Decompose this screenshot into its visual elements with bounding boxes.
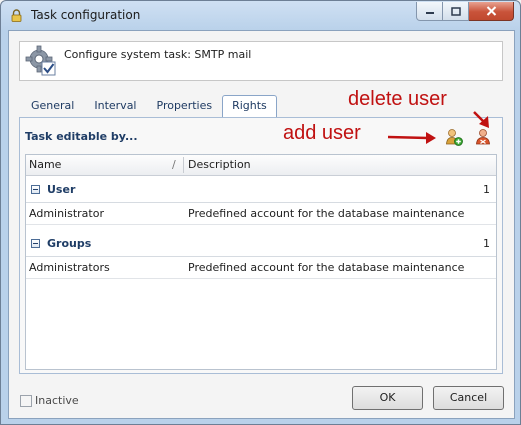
grid-header: Name ∕ Description (26, 155, 496, 176)
tab-general[interactable]: General (21, 95, 84, 117)
rights-grid: Name ∕ Description User 1 Administrator … (25, 154, 497, 370)
maximize-button[interactable] (443, 2, 469, 21)
inactive-checkbox[interactable] (20, 395, 32, 407)
delete-user-annotation: delete user (348, 88, 447, 110)
window-title: Task configuration (31, 8, 141, 22)
cancel-button[interactable]: Cancel (433, 386, 504, 410)
tab-interval[interactable]: Interval (84, 95, 146, 117)
table-row[interactable]: Administrators Predefined account for th… (26, 257, 496, 279)
tab-rights[interactable]: Rights (222, 95, 277, 118)
maximize-icon (450, 6, 461, 16)
cell-description: Predefined account for the database main… (188, 207, 465, 220)
group-count: 1 (483, 237, 490, 250)
group-count: 1 (483, 183, 490, 196)
rights-panel: Task editable by... Name ∕ Description U… (19, 117, 503, 374)
add-user-annotation: add user (283, 122, 361, 144)
task-header: Configure system task: SMTP mail (19, 41, 503, 81)
dialog-footer: Inactive OK Cancel (9, 378, 514, 418)
column-header-description[interactable]: Description (188, 158, 251, 171)
section-title: Task editable by... (25, 130, 138, 143)
add-user-icon[interactable] (445, 128, 463, 146)
group-row-user[interactable]: User 1 (26, 176, 496, 203)
table-row[interactable]: Administrator Predefined account for the… (26, 203, 496, 225)
collapse-icon[interactable] (31, 239, 40, 248)
inactive-label[interactable]: Inactive (35, 394, 79, 407)
ok-button[interactable]: OK (352, 386, 423, 410)
column-header-name[interactable]: Name (29, 158, 61, 171)
gear-check-icon (25, 45, 56, 76)
close-button[interactable] (469, 2, 514, 21)
group-label: Groups (47, 237, 92, 250)
minimize-button[interactable] (416, 2, 443, 21)
task-configuration-window: Task configuration Configure system task… (0, 0, 521, 425)
delete-user-icon[interactable] (474, 128, 492, 146)
group-label: User (47, 183, 76, 196)
column-divider[interactable] (183, 157, 184, 173)
group-row-groups[interactable]: Groups 1 (26, 230, 496, 257)
minimize-icon (425, 12, 434, 14)
tab-strip: General Interval Properties Rights (21, 95, 277, 118)
collapse-icon[interactable] (31, 185, 40, 194)
cell-name: Administrator (29, 207, 104, 220)
sort-indicator-icon: ∕ (172, 158, 176, 171)
tab-properties[interactable]: Properties (147, 95, 223, 117)
close-icon (486, 6, 496, 16)
lock-icon (11, 9, 22, 22)
window-controls (416, 2, 514, 21)
task-header-text: Configure system task: SMTP mail (64, 48, 252, 61)
cell-description: Predefined account for the database main… (188, 261, 465, 274)
cell-name: Administrators (29, 261, 110, 274)
title-bar[interactable]: Task configuration (1, 1, 520, 30)
